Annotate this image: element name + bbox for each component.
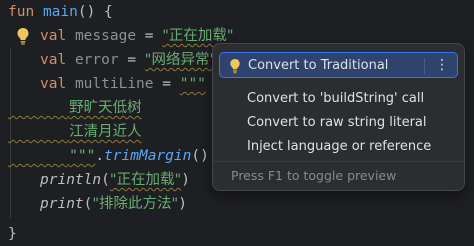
string-indent [8,124,69,140]
code-text: ) [181,172,190,188]
code-line-8[interactable]: println("正在加载") [40,168,190,192]
variable-name: message [74,28,137,44]
popup-item-label: Convert to Traditional [248,58,389,73]
popup-item-convert-to-traditional[interactable]: Convert to Traditional ⋮ [219,52,458,78]
popup-item-label: Inject language or reference [247,139,432,154]
more-options-icon[interactable]: ⋮ [435,53,449,77]
popup-footer-hint: Press F1 to toggle preview [231,168,397,183]
code-line-5[interactable]: 野旷天低树 [8,96,142,120]
code-text: = [153,76,180,92]
code-line-6[interactable]: 江清月近人 [8,120,142,144]
code-text: () [191,148,209,164]
string-literal: """ [69,148,96,164]
intention-actions-popup: Convert to Traditional ⋮ Convert to 'bui… [212,43,465,191]
code-line-4[interactable]: val multiLine = """ [40,72,206,96]
string-indent [8,148,69,164]
code-line-9[interactable]: print("排除此方法") [40,192,187,216]
popup-item-convert-to-buildstring[interactable]: Convert to 'buildString' call [219,86,458,112]
code-text: () { [77,4,113,20]
variable-name: multiLine [74,76,154,92]
variable-name: error [74,52,119,68]
lightbulb-icon [230,59,240,74]
method-name: trimMargin [104,148,192,164]
popup-item-label: Convert to raw string literal [247,115,427,130]
keyword-val: val [40,28,67,44]
keyword-val: val [40,52,67,68]
string-indent [8,100,69,116]
popup-item-inject-language[interactable]: Inject language or reference [219,134,458,160]
string-literal: """ [179,76,206,92]
code-text: ( [101,172,110,188]
popup-item-label: Convert to 'buildString' call [247,91,425,106]
code-text: = [136,28,163,44]
code-text: = [118,52,145,68]
code-line-3[interactable]: val error = "网络异常" [40,48,216,72]
code-text: ) [178,196,187,212]
keyword-val: val [40,76,67,92]
code-text: } [8,226,17,242]
divider [424,58,425,74]
string-literal: "正在加载" [109,172,182,188]
string-literal: "正在加载" [162,28,234,44]
keyword-fun: fun [8,4,35,20]
code-line-10[interactable]: } [8,222,17,246]
string-literal: "排除此方法" [92,196,179,212]
string-literal: 江清月近人 [69,124,142,140]
code-line-2[interactable]: val message = "正在加载" [40,24,234,48]
lightbulb-icon[interactable] [16,27,30,45]
code-line-1[interactable]: fun main() { [8,0,113,24]
function-call: print [40,196,84,212]
code-text: . [95,148,105,164]
string-literal: 野旷天低树 [69,100,142,116]
function-call: println [40,172,102,188]
divider [213,161,464,162]
function-name: main [42,4,78,20]
popup-item-convert-to-raw-string[interactable]: Convert to raw string literal [219,110,458,136]
code-line-7[interactable]: """.trimMargin() [8,144,209,168]
string-literal: "网络异常" [144,52,217,68]
